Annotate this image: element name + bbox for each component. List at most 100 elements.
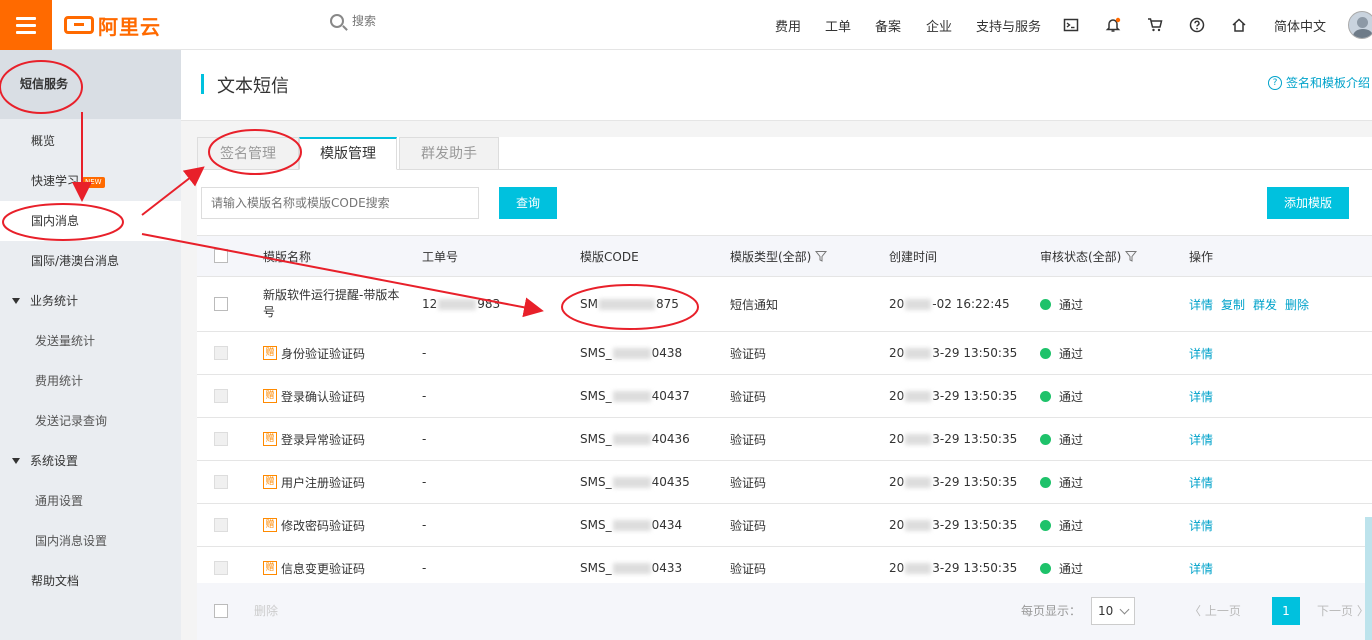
help-link[interactable]: ? 签名和模板介绍: [1267, 74, 1370, 91]
filter-icon[interactable]: [1125, 250, 1138, 262]
ticket-no: 12 983: [422, 277, 500, 331]
sidebar-item-send-stats[interactable]: 发送量统计: [0, 321, 181, 361]
template-name: 身份验证验证码: [281, 346, 366, 361]
status-dot-icon: [1040, 562, 1051, 574]
template-search-input[interactable]: [201, 187, 479, 219]
query-button[interactable]: 查询: [499, 187, 557, 219]
template-type: 验证码: [730, 475, 767, 490]
redacted-mask: [612, 433, 651, 445]
col-type-filter[interactable]: 模版类型(全部): [730, 236, 828, 276]
help-icon[interactable]: [1189, 17, 1205, 33]
code-prefix: SM: [580, 297, 598, 311]
row-checkbox[interactable]: [214, 346, 228, 360]
footer-select-all-checkbox[interactable]: [214, 604, 228, 618]
ticket-prefix: 12: [422, 297, 438, 311]
sidebar-item-general-settings[interactable]: 通用设置: [0, 481, 181, 521]
detail-link[interactable]: 详情: [1189, 388, 1213, 405]
row-checkbox[interactable]: [214, 389, 228, 403]
nav-tickets[interactable]: 工单: [825, 0, 851, 50]
detail-link[interactable]: 详情: [1189, 431, 1213, 448]
nav-icp[interactable]: 备案: [875, 0, 901, 50]
sidebar-group-settings[interactable]: 系统设置: [0, 441, 181, 481]
sidebar-group-stats[interactable]: 业务统计: [0, 281, 181, 321]
nav-support[interactable]: 支持与服务: [976, 0, 1041, 50]
avatar[interactable]: [1348, 11, 1372, 39]
aliyun-logo[interactable]: 阿里云: [64, 13, 161, 39]
copy-link[interactable]: 复制: [1221, 296, 1245, 313]
status-dot-icon: [1040, 433, 1051, 445]
template-code: SMS_ 0434: [580, 504, 682, 546]
status-badge: 通过: [1040, 332, 1083, 374]
next-page-button[interactable]: 下一页 〉: [1317, 583, 1369, 640]
sidebar-item-domestic[interactable]: 国内消息: [0, 201, 181, 241]
ticket-no: -: [422, 475, 427, 489]
table-row: 赠登录异常验证码 - SMS_ 40436 验证码 20 3-29 13:50:35 通过 详情: [197, 418, 1372, 461]
template-name: 登录异常验证码: [281, 432, 366, 447]
language-switch[interactable]: 简体中文: [1274, 0, 1326, 50]
sidebar-item-label: 国际/港澳台消息: [31, 254, 120, 268]
select-all-checkbox[interactable]: [214, 249, 228, 263]
template-code: SMS_ 0438: [580, 332, 682, 374]
chevron-down-icon: [1119, 604, 1130, 615]
code-suffix: 40435: [651, 475, 690, 489]
status-label: 通过: [1059, 297, 1084, 312]
terminal-icon[interactable]: [1063, 17, 1079, 33]
detail-link[interactable]: 详情: [1189, 474, 1213, 491]
redacted-mask: [598, 298, 655, 310]
add-template-button[interactable]: 添加模版: [1267, 187, 1349, 219]
time-prefix: 20: [889, 297, 905, 311]
row-checkbox[interactable]: [214, 297, 228, 311]
current-page-button[interactable]: 1: [1272, 597, 1300, 625]
sidebar-item-domestic-settings[interactable]: 国内消息设置: [0, 521, 181, 561]
bell-icon[interactable]: [1105, 17, 1121, 33]
page-size-select[interactable]: 10: [1091, 597, 1135, 625]
row-checkbox[interactable]: [214, 561, 228, 575]
bulk-send-link[interactable]: 群发: [1253, 296, 1277, 313]
detail-link[interactable]: 详情: [1189, 517, 1213, 534]
col-status-filter[interactable]: 审核状态(全部): [1040, 236, 1138, 276]
new-badge: NEW: [82, 177, 105, 188]
sidebar-title[interactable]: 短信服务: [0, 50, 181, 119]
prev-page-button[interactable]: 〈 上一页: [1189, 583, 1241, 640]
time-suffix: 3-29 13:50:35: [932, 518, 1018, 532]
page-title: 文本短信: [217, 76, 289, 97]
ticket-no: -: [422, 389, 427, 403]
sidebar-item-label: 国内消息: [31, 214, 80, 228]
global-search-input[interactable]: [352, 14, 512, 28]
bulk-delete-button[interactable]: 删除: [254, 583, 278, 640]
time-suffix: 3-29 13:50:35: [932, 475, 1018, 489]
filter-icon[interactable]: [815, 250, 828, 262]
row-checkbox[interactable]: [214, 432, 228, 446]
detail-link[interactable]: 详情: [1189, 345, 1213, 362]
tab-signatures[interactable]: 签名管理: [197, 137, 299, 170]
nav-enterprise[interactable]: 企业: [926, 0, 952, 50]
status-badge: 通过: [1040, 461, 1083, 503]
menu-icon[interactable]: [0, 0, 52, 50]
template-name-cell: 赠登录确认验证码: [263, 375, 365, 417]
sidebar-item-send-records[interactable]: 发送记录查询: [0, 401, 181, 441]
sidebar-item-quickstart[interactable]: 快速学习 NEW: [0, 161, 181, 201]
time-prefix: 20: [889, 475, 905, 489]
home-icon[interactable]: [1231, 17, 1247, 33]
template-name-cell: 赠登录异常验证码: [263, 418, 365, 460]
tab-bulk-send[interactable]: 群发助手: [399, 137, 499, 170]
feedback-side-tab[interactable]: [1365, 517, 1372, 640]
table-row: 新版软件运行提醒-带版本号 12 983 SM 875 短信通知 20 -02 16:…: [197, 277, 1372, 332]
redacted-mask: [438, 298, 477, 310]
tab-templates[interactable]: 模版管理: [299, 137, 397, 170]
sidebar-item-cost-stats[interactable]: 费用统计: [0, 361, 181, 401]
sidebar-item-overview[interactable]: 概览: [0, 121, 181, 161]
sidebar-item-help-docs[interactable]: 帮助文档: [0, 561, 181, 601]
delete-link[interactable]: 删除: [1285, 296, 1309, 313]
detail-link[interactable]: 详情: [1189, 560, 1213, 577]
row-checkbox[interactable]: [214, 475, 228, 489]
page-size-label: 每页显示：: [1021, 604, 1082, 618]
row-checkbox[interactable]: [214, 518, 228, 532]
global-search[interactable]: [330, 14, 512, 28]
sidebar-item-label: 概览: [31, 134, 56, 148]
sidebar-item-international[interactable]: 国际/港澳台消息: [0, 241, 181, 281]
nav-billing[interactable]: 费用: [775, 0, 801, 50]
cart-icon[interactable]: [1147, 17, 1163, 33]
detail-link[interactable]: 详情: [1189, 296, 1213, 313]
created-time: 20 -02 16:22:45: [889, 277, 1010, 331]
